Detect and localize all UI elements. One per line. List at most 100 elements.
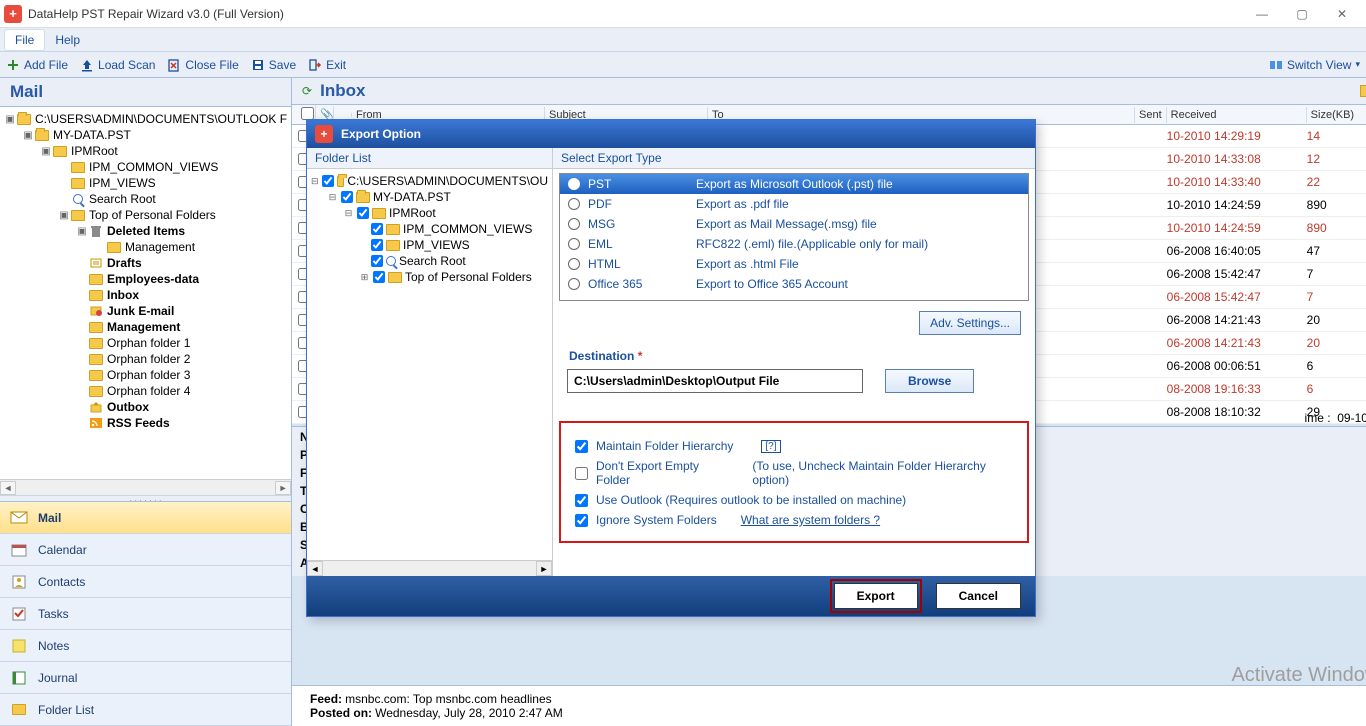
export-tree-search[interactable]: Search Root <box>309 253 550 269</box>
chevron-down-icon: ▾ <box>1355 59 1360 70</box>
radio-icon[interactable] <box>568 238 580 250</box>
export-tree-common[interactable]: IPM_COMMON_VIEWS <box>309 221 550 237</box>
export-type-html[interactable]: HTMLExport as .html File <box>560 254 1028 274</box>
tree-orphan4[interactable]: Orphan folder 4 <box>0 383 291 399</box>
export-tree-top[interactable]: ⊞Top of Personal Folders <box>309 269 550 285</box>
cancel-button[interactable]: Cancel <box>936 583 1021 609</box>
add-file-button[interactable]: Add File <box>6 58 68 72</box>
export-type-eml[interactable]: EMLRFC822 (.eml) file.(Applicable only f… <box>560 234 1028 254</box>
app-title: DataHelp PST Repair Wizard v3.0 (Full Ve… <box>28 7 284 21</box>
nav-notes[interactable]: Notes <box>0 630 291 662</box>
col-flag-icon[interactable] <box>334 113 352 117</box>
tree-scrollbar[interactable]: ◄► <box>0 479 291 495</box>
tree-employees[interactable]: Employees-data <box>0 271 291 287</box>
tree-inbox[interactable]: Inbox <box>0 287 291 303</box>
preview-time: ime : 09-10-2010 14:29:18 <box>1305 411 1366 425</box>
tree-outbox[interactable]: Outbox <box>0 399 291 415</box>
export-button[interactable]: Export <box>834 583 918 609</box>
nav-journal[interactable]: Journal <box>0 662 291 694</box>
size-cell: 20 <box>1307 336 1366 350</box>
received-cell: 08-2008 19:16:33 <box>1167 382 1307 396</box>
tree-orphan1[interactable]: Orphan folder 1 <box>0 335 291 351</box>
add-file-label: Add File <box>24 58 68 72</box>
tree-common[interactable]: IPM_COMMON_VIEWS <box>0 159 291 175</box>
export-type-msg[interactable]: MSGExport as Mail Message(.msg) file <box>560 214 1028 234</box>
nav-folder-list[interactable]: Folder List <box>0 694 291 726</box>
col-size[interactable]: Size(KB) <box>1307 107 1366 123</box>
export-type-office-365[interactable]: Office 365Export to Office 365 Account <box>560 274 1028 294</box>
save-button[interactable]: Save <box>251 58 296 72</box>
nav-mail[interactable]: Mail <box>0 502 291 534</box>
folder-icon <box>89 370 103 381</box>
radio-icon[interactable] <box>568 258 580 270</box>
nav-contacts[interactable]: Contacts <box>0 566 291 598</box>
export-tree-ipmroot[interactable]: ⊟IPMRoot <box>309 205 550 221</box>
tree-management[interactable]: Management <box>0 319 291 335</box>
size-cell: 7 <box>1307 267 1366 281</box>
adv-settings-button[interactable]: Adv. Settings... <box>919 311 1021 335</box>
tree-drafts[interactable]: Drafts <box>0 255 291 271</box>
tree-ipmroot[interactable]: ▣IPMRoot <box>0 143 291 159</box>
export-tree-scrollbar[interactable]: ◄► <box>307 560 552 576</box>
close-file-label: Close File <box>185 58 238 72</box>
browse-button[interactable]: Browse <box>885 369 974 393</box>
nav-calendar[interactable]: Calendar <box>0 534 291 566</box>
col-sent[interactable]: Sent <box>1135 107 1167 123</box>
opt-maintain-hierarchy[interactable]: Maintain Folder Hierarchy[?] <box>575 439 1013 453</box>
nav-tasks[interactable]: Tasks <box>0 598 291 630</box>
load-scan-button[interactable]: Load Scan <box>80 58 155 72</box>
size-cell: 12 <box>1307 152 1366 166</box>
tree-junk[interactable]: Junk E-mail <box>0 303 291 319</box>
opt-ignore-system[interactable]: Ignore System FoldersWhat are system fol… <box>575 513 1013 527</box>
switch-view-button[interactable]: Switch View ▾ <box>1269 58 1360 72</box>
export-folder-list-panel: Folder List ⊟C:\USERS\ADMIN\DOCUMENTS\OU… <box>307 148 553 576</box>
export-folder-tree[interactable]: ⊟C:\USERS\ADMIN\DOCUMENTS\OU ⊟MY-DATA.PS… <box>307 169 552 560</box>
radio-icon[interactable] <box>568 198 580 210</box>
menu-help[interactable]: Help <box>45 30 90 50</box>
radio-icon[interactable] <box>568 178 580 190</box>
export-button-outline: Export <box>830 579 922 613</box>
opt-use-outlook[interactable]: Use Outlook (Requires outlook to be inst… <box>575 493 1013 507</box>
radio-icon[interactable] <box>568 218 580 230</box>
export-type-pst[interactable]: PSTExport as Microsoft Outlook (.pst) fi… <box>560 174 1028 194</box>
tree-top[interactable]: ▣Top of Personal Folders <box>0 207 291 223</box>
export-dialog-titlebar[interactable]: + Export Option <box>307 120 1035 148</box>
menu-file[interactable]: File <box>4 29 45 51</box>
switch-icon <box>1269 58 1283 72</box>
col-received[interactable]: Received <box>1167 107 1307 123</box>
refresh-icon[interactable]: ⟳ <box>302 84 312 98</box>
export-tree-views[interactable]: IPM_VIEWS <box>309 237 550 253</box>
tree-rss[interactable]: RSS Feeds <box>0 415 291 431</box>
tree-pst[interactable]: ▣MY-DATA.PST <box>0 127 291 143</box>
panel-header-mail: Mail <box>0 78 291 107</box>
export-type-pdf[interactable]: PDFExport as .pdf file <box>560 194 1028 214</box>
close-file-button[interactable]: Close File <box>167 58 238 72</box>
maximize-button[interactable]: ▢ <box>1282 0 1322 28</box>
export-options-box: Maintain Folder Hierarchy[?] Don't Expor… <box>559 421 1029 543</box>
opt-dont-export-empty[interactable]: Don't Export Empty Folder (To use, Unche… <box>575 459 1013 487</box>
load-scan-label: Load Scan <box>98 58 155 72</box>
destination-input[interactable] <box>567 369 863 393</box>
inbox-header: ⟳ Inbox Save Selected <box>292 78 1366 105</box>
export-tree-root[interactable]: ⊟C:\USERS\ADMIN\DOCUMENTS\OU <box>309 173 550 189</box>
menubar: File Help <box>0 28 1366 52</box>
tree-views[interactable]: IPM_VIEWS <box>0 175 291 191</box>
folder-tree[interactable]: ▣C:\USERS\ADMIN\DOCUMENTS\OUTLOOK F ▣MY-… <box>0 107 291 479</box>
export-options-panel: Select Export Type PSTExport as Microsof… <box>553 148 1035 576</box>
export-tree-pst[interactable]: ⊟MY-DATA.PST <box>309 189 550 205</box>
tree-orphan2[interactable]: Orphan folder 2 <box>0 351 291 367</box>
tree-management-sub[interactable]: Management <box>0 239 291 255</box>
folder-icon <box>89 290 103 301</box>
tree-deleted[interactable]: ▣Deleted Items <box>0 223 291 239</box>
minimize-button[interactable]: — <box>1242 0 1282 28</box>
tree-orphan3[interactable]: Orphan folder 3 <box>0 367 291 383</box>
close-button[interactable]: ✕ <box>1322 0 1362 28</box>
tree-root[interactable]: ▣C:\USERS\ADMIN\DOCUMENTS\OUTLOOK F <box>0 111 291 127</box>
system-folders-link[interactable]: What are system folders ? <box>741 513 880 527</box>
folder-icon <box>356 192 370 203</box>
save-selected-button[interactable]: Save Selected <box>1360 84 1366 98</box>
exit-button[interactable]: Exit <box>308 58 346 72</box>
help-icon[interactable]: [?] <box>761 440 780 453</box>
tree-search[interactable]: Search Root <box>0 191 291 207</box>
radio-icon[interactable] <box>568 278 580 290</box>
